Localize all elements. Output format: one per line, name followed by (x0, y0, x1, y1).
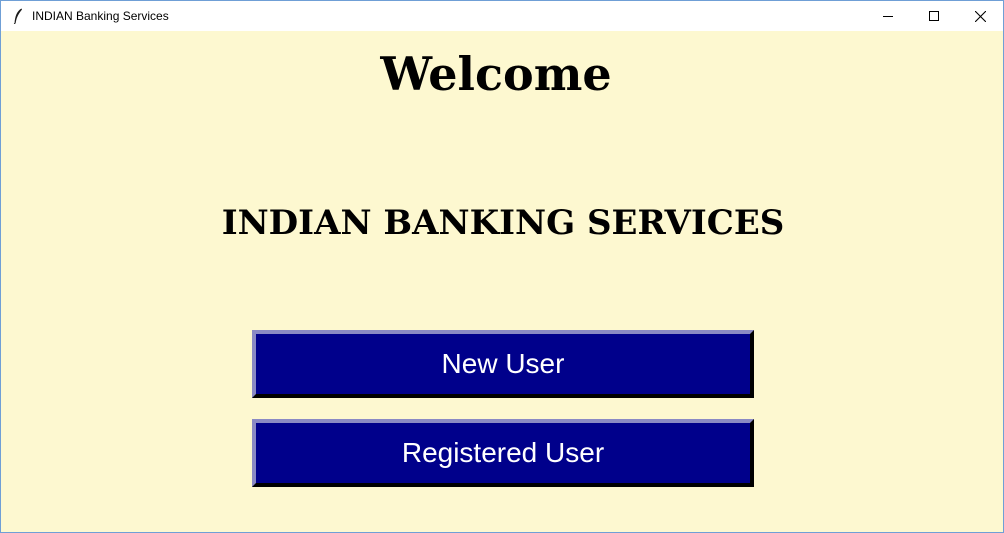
main-content: Welcome INDIAN BANKING SERVICES New User… (1, 31, 1003, 532)
welcome-heading: Welcome (380, 47, 612, 101)
registered-user-button[interactable]: Registered User (252, 419, 754, 487)
feather-icon (11, 8, 25, 24)
title-bar[interactable]: INDIAN Banking Services (1, 1, 1003, 31)
window-controls (865, 1, 1003, 31)
close-icon[interactable] (957, 1, 1003, 31)
new-user-button[interactable]: New User (252, 330, 754, 398)
maximize-icon[interactable] (911, 1, 957, 31)
window-title: INDIAN Banking Services (32, 9, 169, 23)
app-window: INDIAN Banking Services Welcome INDIAN B… (0, 0, 1004, 533)
bank-name-heading: INDIAN BANKING SERVICES (221, 203, 785, 243)
minimize-icon[interactable] (865, 1, 911, 31)
